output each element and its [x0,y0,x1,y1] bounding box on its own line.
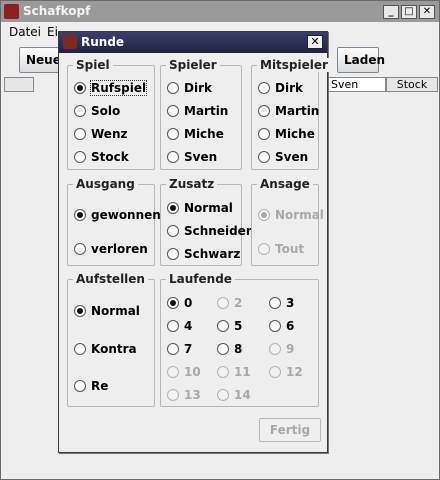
radio-selected-icon [167,297,179,309]
radio-selected-icon [74,209,86,221]
close-icon[interactable]: ✕ [307,35,323,49]
group-ansage-title: Ansage [257,177,313,191]
group-mitspieler-title: Mitspieler [257,58,331,72]
radio-icon [217,343,229,355]
load-button[interactable]: Laden [337,47,385,73]
runde-dialog: Runde ✕ Spiel Rufspiel Solo Wenz Stock S… [58,31,331,453]
close-window-icon[interactable]: ✕ [419,5,435,19]
app-icon [4,4,19,19]
radio-icon [74,151,86,163]
radio-icon [269,320,281,332]
radio-icon [269,297,281,309]
dialog-app-icon [63,35,77,49]
new-game-button[interactable]: Neue [19,47,63,73]
radio-icon [74,128,86,140]
done-button[interactable]: Fertig [259,418,321,442]
radio-icon [217,389,229,401]
radio-icon [167,82,179,94]
radio-icon [167,320,179,332]
group-laufende: Laufende 0 2 3 4 5 6 7 8 9 10 11 12 13 1… [160,272,319,407]
radio-icon [167,343,179,355]
radio-selected-icon [258,209,270,221]
group-laufende-title: Laufende [166,272,235,286]
radio-icon [217,320,229,332]
radio-icon [258,128,270,140]
radio-icon [167,225,179,237]
maximize-icon[interactable]: □ [401,5,417,19]
radio-icon [269,366,281,378]
radio-selected-icon [74,82,86,94]
minimize-icon[interactable]: _ [383,5,399,19]
main-title: Schafkopf [23,4,91,18]
group-aufstellen-title: Aufstellen [73,272,148,286]
radio-icon [258,151,270,163]
menu-einstellungen[interactable]: Ei [47,25,58,39]
group-spieler-title: Spieler [166,58,220,72]
group-mitspieler: Mitspieler Dirk Martin Miche Sven [251,58,331,170]
table-header-stock[interactable]: Stock [386,77,438,92]
dialog-title: Runde [81,35,125,49]
group-aufstellen: Aufstellen Normal Kontra Re [67,272,155,407]
menu-datei[interactable]: Datei [9,25,41,39]
group-ausgang-title: Ausgang [73,177,138,191]
radio-icon [217,366,229,378]
radio-icon [167,389,179,401]
radio-icon [74,105,86,117]
radio-icon [167,248,179,260]
group-zusatz-title: Zusatz [166,177,218,191]
radio-icon [167,366,179,378]
radio-icon [258,82,270,94]
radio-icon [269,343,281,355]
radio-selected-icon [74,305,86,317]
radio-icon [167,151,179,163]
radio-icon [167,105,179,117]
group-ansage: Ansage Normal Tout [251,177,324,266]
radio-icon [74,243,86,255]
group-ausgang: Ausgang gewonnen verloren [67,177,161,266]
group-spiel: Spiel Rufspiel Solo Wenz Stock [67,58,155,170]
dialog-title-bar[interactable]: Runde ✕ [59,32,327,53]
radio-icon [74,380,86,392]
main-title-bar[interactable]: Schafkopf _ □ ✕ [1,1,439,22]
radio-icon [258,105,270,117]
radio-icon [258,243,270,255]
group-spiel-title: Spiel [73,58,113,72]
radio-selected-icon [167,202,179,214]
radio-icon [167,128,179,140]
table-header-sven[interactable]: Sven [326,77,386,92]
table-header-blank [4,77,34,92]
radio-icon [217,297,229,309]
radio-icon [74,343,86,355]
group-zusatz: Zusatz Normal Schneider Schwarz [160,177,252,266]
group-spieler: Spieler Dirk Martin Miche Sven [160,58,242,170]
